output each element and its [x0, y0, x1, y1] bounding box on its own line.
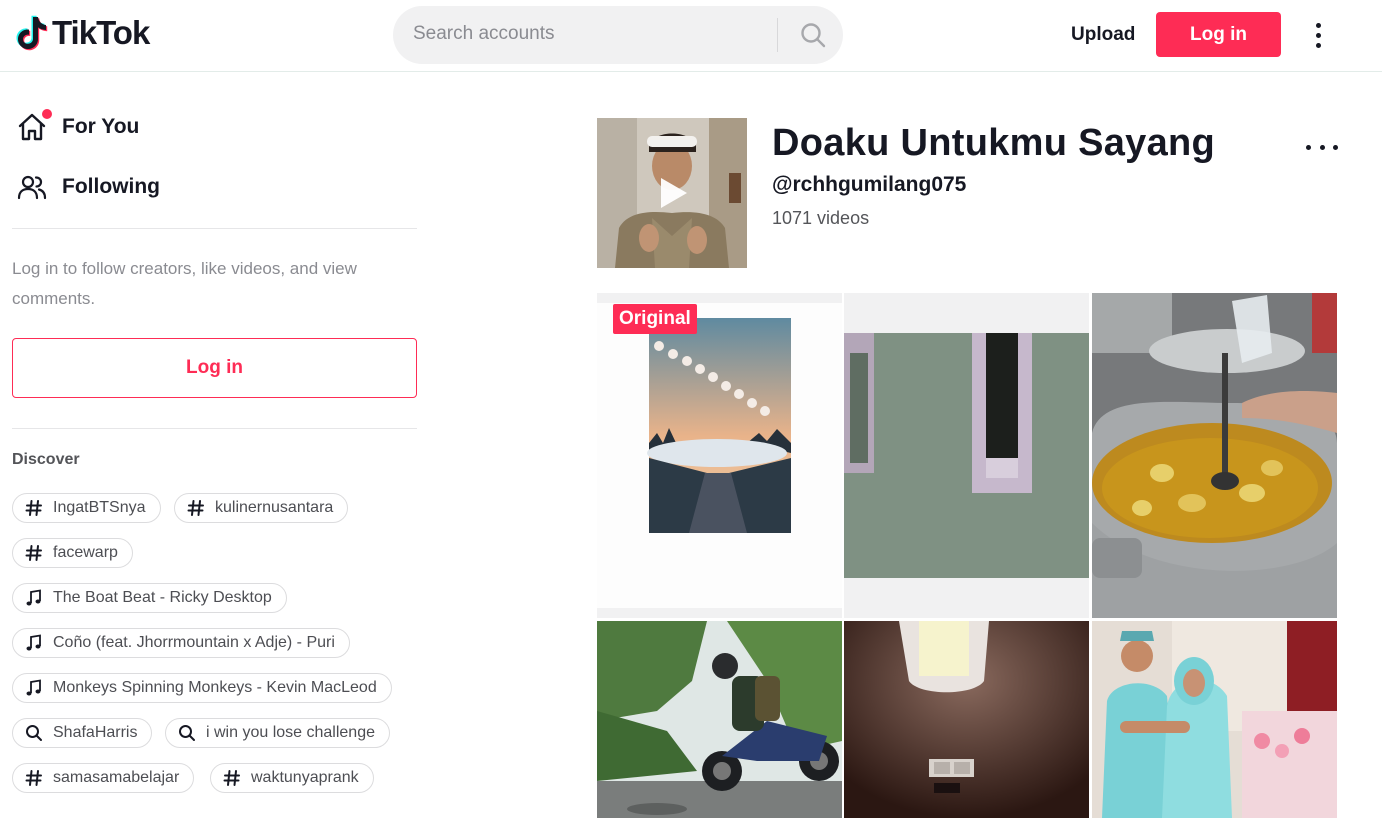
music-note-icon — [25, 634, 43, 652]
video-card[interactable] — [844, 293, 1089, 618]
dot — [1315, 42, 1321, 48]
chip-label: Monkeys Spinning Monkeys - Kevin MacLeod — [53, 679, 377, 696]
chip-label: i win you lose challenge — [206, 724, 375, 741]
dot — [1333, 144, 1338, 150]
hashtag-icon — [25, 544, 43, 562]
nav-label: Following — [62, 175, 160, 198]
search-icon — [178, 724, 196, 742]
video-count: 1071 videos — [772, 208, 870, 228]
search-icon — [801, 23, 826, 48]
video-thumbnail — [844, 621, 1089, 818]
discover-chip-hashtag[interactable]: IngatBTSnya — [12, 493, 161, 523]
video-card[interactable] — [597, 621, 842, 818]
discover-chip-search[interactable]: ShafaHarris — [12, 718, 153, 748]
hashtag-icon — [25, 769, 43, 787]
video-thumbnail — [597, 303, 842, 608]
login-hint-text: Log in to follow creators, like videos, … — [12, 259, 357, 308]
dot — [1315, 32, 1321, 38]
search-bar: Search accounts — [393, 6, 843, 64]
sidebar-login-button[interactable]: Log in — [12, 338, 417, 398]
home-icon — [16, 109, 52, 143]
more-menu-button[interactable] — [1306, 20, 1330, 50]
hashtag-icon — [223, 769, 241, 787]
notification-dot — [42, 109, 52, 119]
discover-chip-music[interactable]: The Boat Beat - Ricky Desktop — [12, 583, 287, 613]
video-card[interactable] — [1092, 621, 1337, 818]
search-divider — [777, 18, 778, 52]
video-card[interactable]: Original — [597, 293, 842, 618]
video-card[interactable] — [844, 621, 1089, 818]
music-title: Doaku Untukmu Sayang — [772, 122, 1216, 164]
chip-label: Coño (feat. Jhorrmountain x Adje) - Puri — [53, 634, 335, 651]
logo-wordmark: TikTok — [52, 14, 150, 51]
hashtag-icon — [25, 499, 43, 517]
dot — [1315, 22, 1321, 28]
discover-chip-hashtag[interactable]: samasamabelajar — [12, 763, 195, 793]
video-thumbnail — [1092, 621, 1337, 818]
more-options-button[interactable] — [1306, 138, 1338, 156]
chip-label: ShafaHarris — [53, 724, 138, 741]
search-icon — [25, 724, 43, 742]
chip-label: waktunyaprank — [251, 769, 359, 786]
chip-label: samasamabelajar — [53, 769, 180, 786]
hashtag-icon — [187, 499, 205, 517]
discover-chip-music[interactable]: Coño (feat. Jhorrmountain x Adje) - Puri — [12, 628, 350, 658]
discover-chip-hashtag[interactable]: kulinernusantara — [174, 493, 349, 523]
search-input[interactable]: Search accounts — [413, 23, 555, 45]
nav-following[interactable]: Following — [16, 171, 160, 203]
dot — [1319, 144, 1325, 150]
play-icon — [661, 178, 687, 208]
video-thumbnail — [597, 621, 842, 818]
header-login-button[interactable]: Log in — [1156, 12, 1281, 57]
tiktok-note-icon — [16, 15, 48, 51]
video-thumbnail — [1092, 293, 1337, 618]
discover-chip-hashtag[interactable]: waktunyaprank — [210, 763, 374, 793]
nav-for-you[interactable]: For You — [16, 109, 140, 143]
search-button[interactable] — [783, 6, 843, 64]
video-thumbnail — [844, 333, 1089, 578]
upload-link[interactable]: Upload — [1071, 24, 1135, 46]
chip-label: IngatBTSnya — [53, 499, 146, 516]
music-cover-thumbnail[interactable] — [597, 118, 747, 268]
music-note-icon — [25, 589, 43, 607]
nav-label: For You — [62, 115, 140, 138]
sidebar: For You Following Log in to follow creat… — [0, 73, 430, 818]
discover-chip-search[interactable]: i win you lose challenge — [165, 718, 390, 748]
tiktok-logo[interactable]: TikTok — [16, 14, 150, 52]
music-note-icon — [25, 679, 43, 697]
dot — [1306, 144, 1311, 150]
chip-label: facewarp — [53, 544, 118, 561]
chip-label: kulinernusantara — [215, 499, 334, 516]
music-author-link[interactable]: @rchhgumilang075 — [772, 173, 966, 197]
sidebar-divider — [12, 428, 417, 429]
users-icon — [16, 171, 48, 203]
chip-label: The Boat Beat - Ricky Desktop — [53, 589, 272, 606]
discover-chip-music[interactable]: Monkeys Spinning Monkeys - Kevin MacLeod — [12, 673, 392, 703]
video-card[interactable] — [1092, 293, 1337, 618]
discover-heading: Discover — [12, 451, 80, 468]
sidebar-divider — [12, 228, 417, 229]
top-header: TikTok Search accounts Upload Log in — [0, 0, 1382, 72]
discover-chip-hashtag[interactable]: facewarp — [12, 538, 133, 568]
original-badge: Original — [613, 304, 697, 334]
